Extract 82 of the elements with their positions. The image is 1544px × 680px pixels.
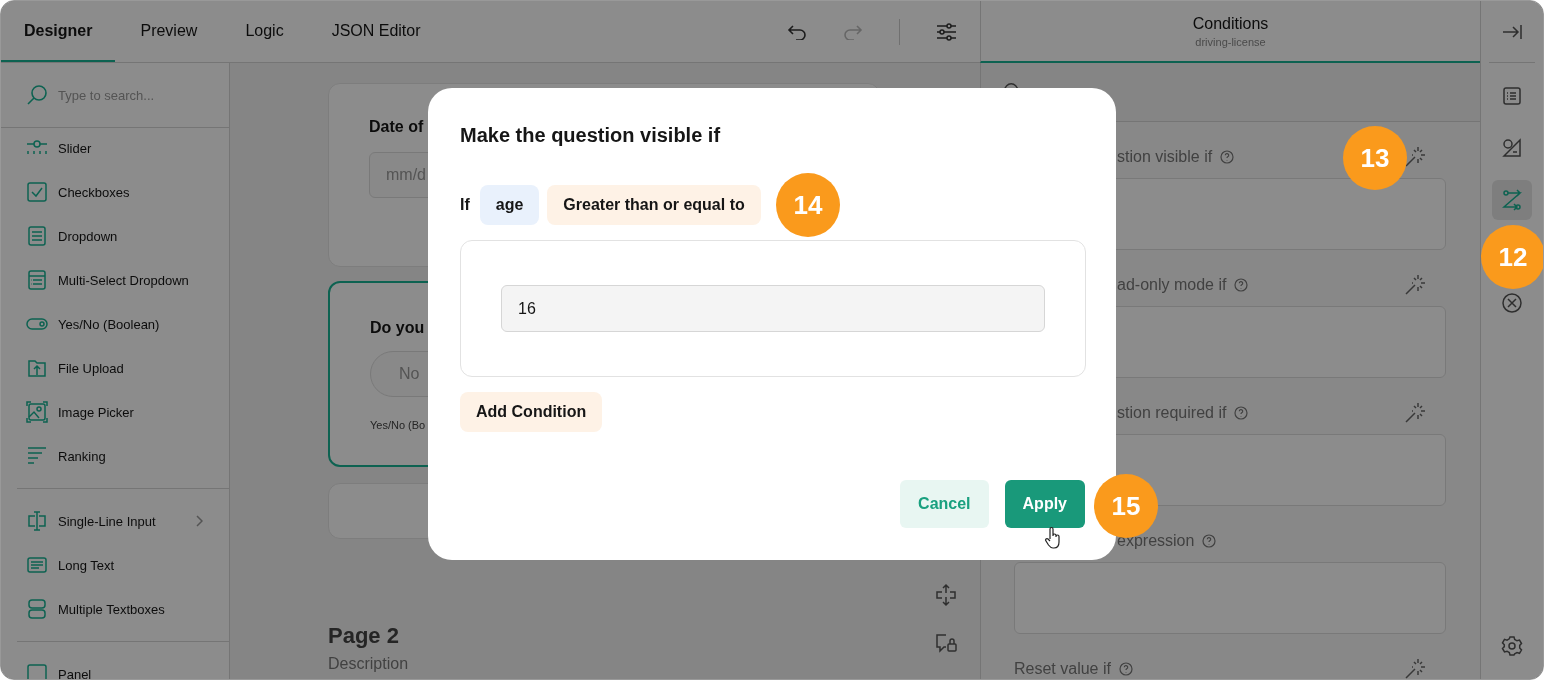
toolbox-item[interactable]: Single-Line Input bbox=[17, 499, 229, 543]
toolbox-item-label: Ranking bbox=[58, 448, 106, 464]
question-title: Date of bbox=[369, 118, 424, 136]
longtext-icon bbox=[26, 554, 48, 576]
image-icon bbox=[26, 401, 48, 423]
toolbox-item[interactable]: Long Text bbox=[17, 543, 229, 587]
tab[interactable]: JSON Editor bbox=[308, 1, 444, 62]
tab[interactable]: Designer bbox=[1, 1, 116, 62]
toolbox-item[interactable]: Slider bbox=[17, 126, 229, 170]
dropdown-icon bbox=[26, 225, 48, 247]
toolbox-item[interactable]: Multi-Select Dropdown bbox=[17, 258, 229, 302]
multitext-icon bbox=[26, 598, 48, 620]
search-field[interactable]: Type to search... bbox=[56, 86, 210, 104]
undo-icon[interactable] bbox=[787, 23, 807, 40]
property-label: ad-only mode if bbox=[1117, 276, 1227, 294]
upload-icon bbox=[26, 357, 48, 379]
toolbox-item[interactable]: Ranking bbox=[17, 434, 229, 478]
help-icon[interactable] bbox=[1118, 662, 1133, 676]
help-icon[interactable] bbox=[1234, 278, 1249, 292]
page-title: Page 2 bbox=[328, 623, 400, 649]
field-selector[interactable]: age bbox=[479, 185, 540, 225]
paint-icon bbox=[1501, 137, 1523, 159]
ranking-icon bbox=[26, 445, 48, 467]
close-circle-icon bbox=[1501, 292, 1523, 314]
property-label: stion visible if bbox=[1117, 148, 1213, 166]
toolbox-item[interactable]: Checkboxes bbox=[17, 170, 229, 214]
toolbox-item[interactable]: Image Picker bbox=[17, 390, 229, 434]
settings-sliders-icon[interactable] bbox=[936, 22, 956, 41]
toolbox-item[interactable]: Dropdown bbox=[17, 214, 229, 258]
help-icon[interactable] bbox=[1220, 150, 1235, 164]
side-tab[interactable] bbox=[1492, 180, 1532, 220]
search-icon bbox=[26, 84, 48, 106]
dialog-title: Make the question visible if bbox=[460, 124, 721, 147]
cancel-button[interactable]: Cancel bbox=[900, 480, 989, 528]
toolbox-item-label: Yes/No (Boolean) bbox=[58, 316, 160, 332]
magic-wand-icon[interactable] bbox=[1404, 402, 1426, 424]
toolbox-item-label: Image Picker bbox=[58, 404, 134, 420]
multi-icon bbox=[26, 269, 48, 291]
help-icon[interactable] bbox=[1202, 534, 1217, 548]
if-label: If bbox=[460, 196, 470, 214]
check-icon bbox=[26, 181, 48, 203]
step-badge: 12 bbox=[1481, 225, 1543, 289]
toolbox-item-label: Single-Line Input bbox=[58, 513, 156, 529]
toolbox-item-label: Checkboxes bbox=[58, 184, 130, 200]
toolbox-item-label: Multi-Select Dropdown bbox=[58, 272, 189, 288]
settings-icon[interactable] bbox=[1501, 635, 1523, 657]
property-label: stion required if bbox=[1117, 404, 1227, 422]
collapse-panel-icon[interactable] bbox=[1502, 24, 1522, 40]
toolbox-item-label: Panel bbox=[58, 666, 92, 679]
magic-wand-icon[interactable] bbox=[1404, 146, 1426, 168]
panel-title: Conditions bbox=[1192, 14, 1269, 33]
tab[interactable]: Preview bbox=[117, 1, 221, 62]
help-icon[interactable] bbox=[1234, 406, 1249, 420]
toolbox-item[interactable]: Multiple Textboxes bbox=[17, 587, 229, 631]
input-icon bbox=[26, 510, 48, 532]
apply-button[interactable]: Apply bbox=[1004, 480, 1085, 528]
magic-wand-icon[interactable] bbox=[1404, 658, 1426, 679]
value-input[interactable]: 16 bbox=[501, 285, 1045, 332]
toolbox-item-label: File Upload bbox=[58, 360, 124, 376]
move-arrows-icon[interactable] bbox=[934, 583, 958, 607]
toolbox-item[interactable]: File Upload bbox=[17, 346, 229, 390]
toolbox-item-label: Slider bbox=[58, 140, 92, 156]
page-description: Description bbox=[328, 655, 410, 673]
comment-lock-icon[interactable] bbox=[934, 631, 958, 655]
route-icon bbox=[1501, 189, 1523, 211]
list-icon bbox=[1501, 85, 1523, 107]
chevron-right-icon bbox=[195, 515, 203, 527]
operator-selector[interactable]: Greater than or equal to bbox=[547, 185, 761, 225]
toolbox-item[interactable]: Yes/No (Boolean) bbox=[17, 302, 229, 346]
tab[interactable]: Logic bbox=[222, 1, 307, 62]
toolbox-item-label: Dropdown bbox=[58, 228, 118, 244]
add-condition-button[interactable]: Add Condition bbox=[460, 392, 603, 432]
toolbox-item-label: Multiple Textboxes bbox=[58, 601, 165, 617]
property-label: Reset value if bbox=[1014, 660, 1111, 678]
hand-cursor-icon bbox=[1044, 526, 1062, 550]
magic-wand-icon[interactable] bbox=[1404, 274, 1426, 296]
question-title: Do you bbox=[370, 319, 425, 337]
toolbox-item-label: Long Text bbox=[58, 557, 115, 573]
panel-icon bbox=[26, 663, 48, 679]
toolbox-item[interactable]: Panel bbox=[17, 652, 229, 679]
panel-subtitle: driving-license bbox=[1195, 35, 1266, 48]
question-type-label: Yes/No (Bo bbox=[370, 419, 426, 431]
